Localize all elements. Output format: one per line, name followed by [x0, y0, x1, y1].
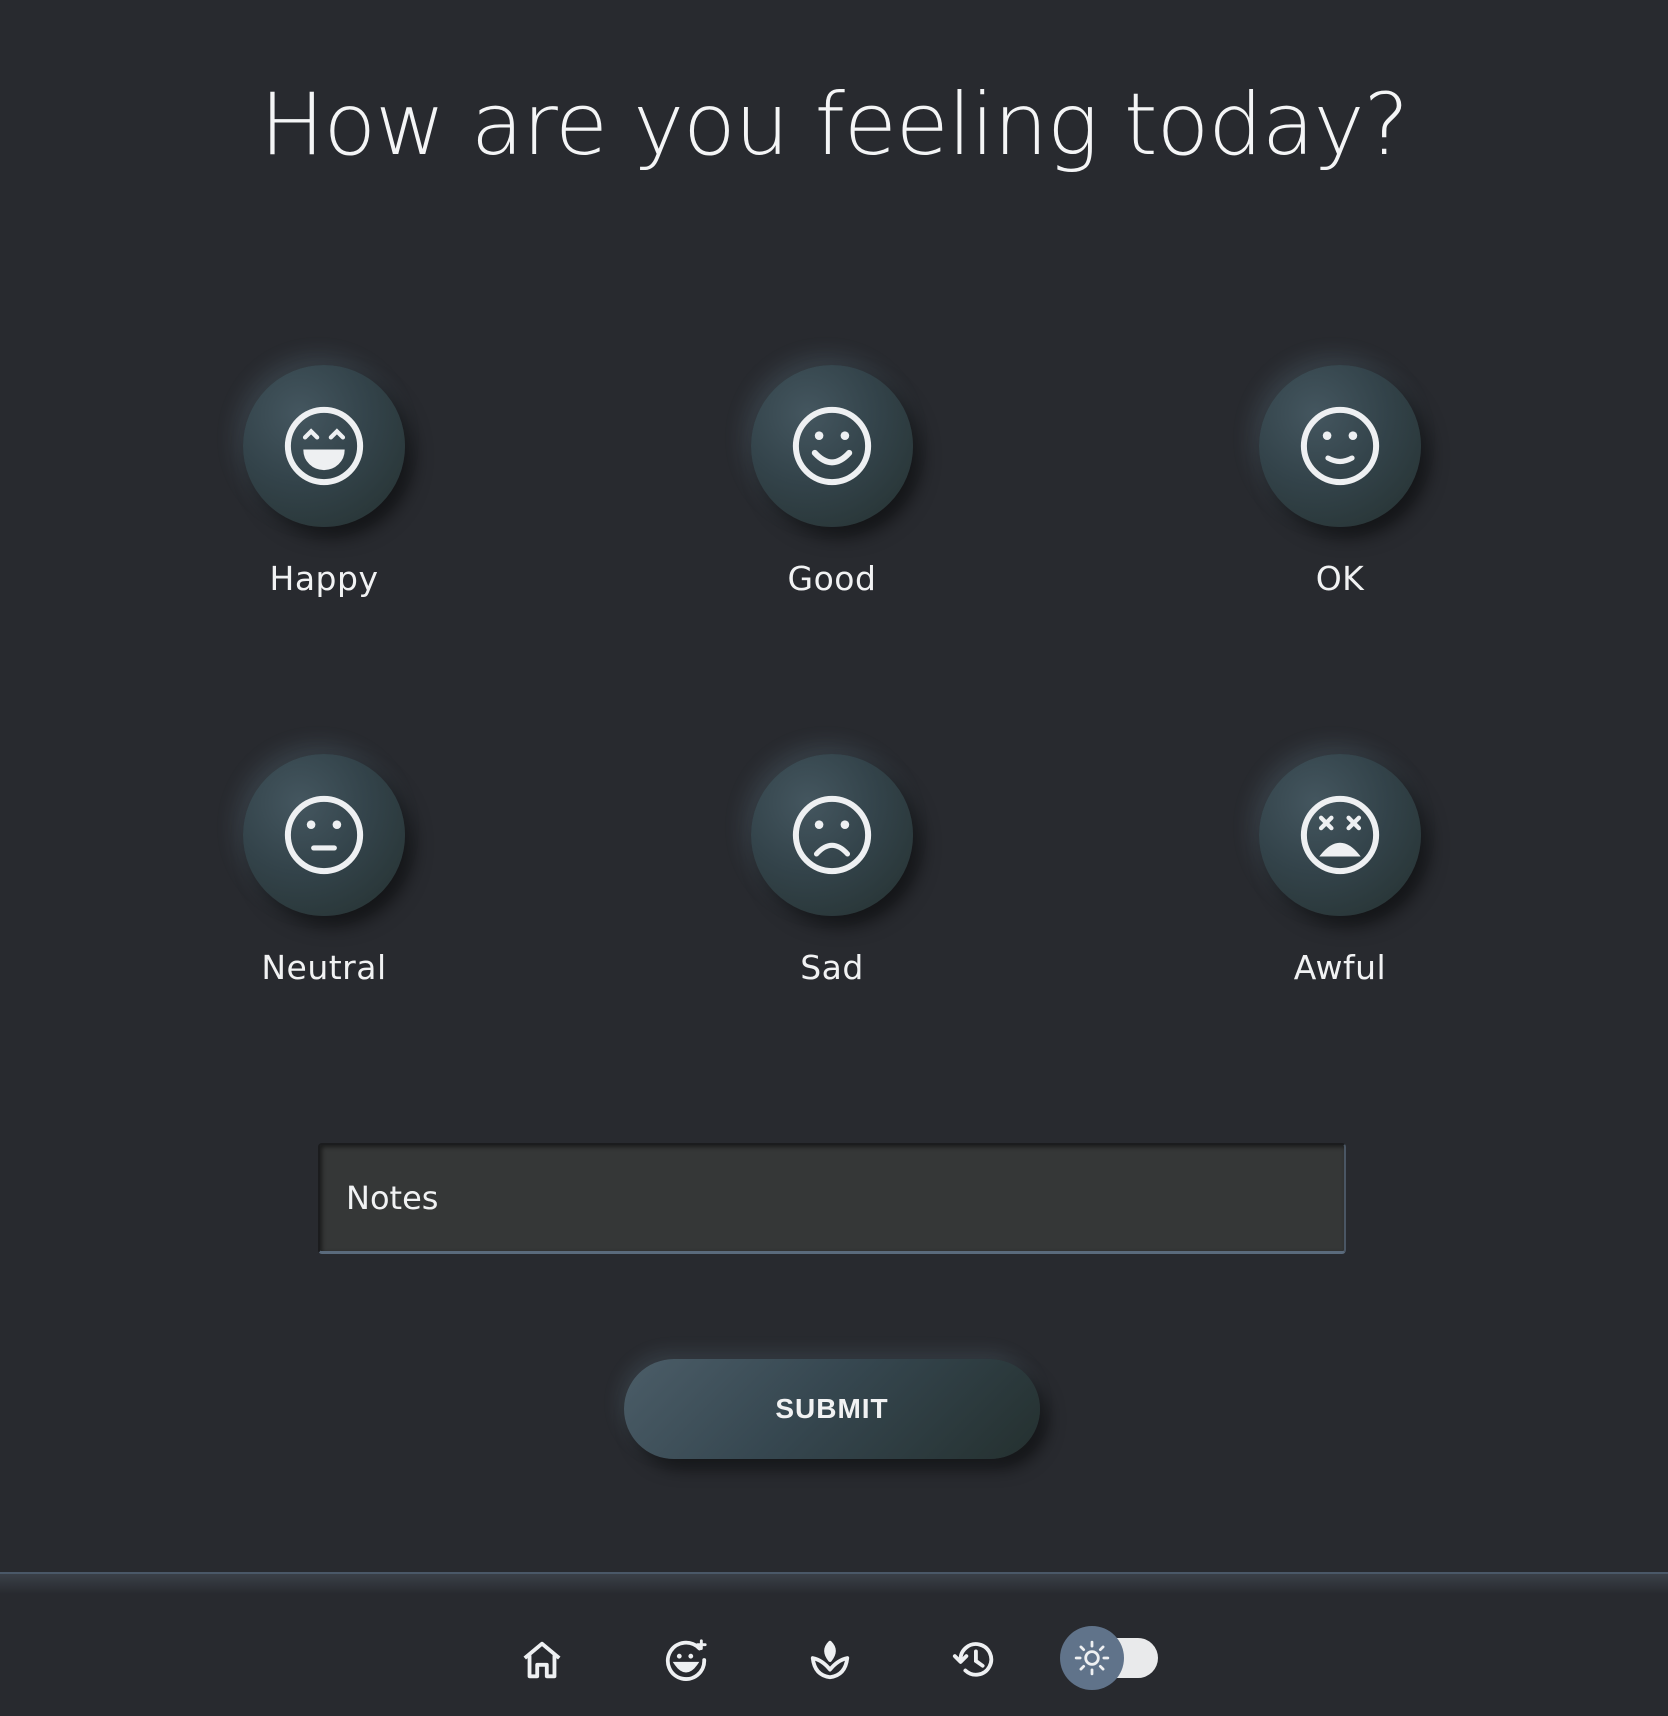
mood-label: OK: [1315, 559, 1365, 598]
history-icon: [952, 1642, 994, 1677]
slightly-smiling-face-icon: [1300, 406, 1380, 486]
home-icon: [523, 1641, 561, 1679]
mood-label: Neutral: [261, 948, 387, 987]
nav-home[interactable]: [510, 1628, 574, 1692]
sun-icon: [1074, 1640, 1110, 1676]
toggle-knob[interactable]: [1060, 1626, 1124, 1690]
grinning-face-icon: [284, 406, 364, 486]
nav-history[interactable]: [942, 1628, 1006, 1692]
frowning-face-icon: [792, 795, 872, 875]
mood-label: Awful: [1293, 948, 1387, 987]
mood-sad-button[interactable]: [751, 754, 913, 916]
mood-sad[interactable]: Sad: [702, 754, 962, 987]
bottom-nav: [0, 1594, 1668, 1716]
mood-good[interactable]: Good: [702, 365, 962, 598]
mood-label: Sad: [800, 948, 864, 987]
mood-log-icon: [665, 1639, 707, 1681]
mood-awful-button[interactable]: [1259, 754, 1421, 916]
neutral-face-icon: [284, 795, 364, 875]
page-title: How are you feeling today?: [259, 75, 1409, 175]
self-care-icon: [810, 1640, 850, 1680]
mood-happy-button[interactable]: [243, 365, 405, 527]
nav-mood-log[interactable]: [654, 1628, 718, 1692]
nav-self-care[interactable]: [798, 1628, 862, 1692]
notes-field[interactable]: [318, 1143, 1346, 1254]
mood-good-button[interactable]: [751, 365, 913, 527]
mood-ok[interactable]: OK: [1210, 365, 1470, 598]
smiling-face-icon: [792, 406, 872, 486]
theme-toggle[interactable]: [1060, 1624, 1160, 1690]
mood-neutral[interactable]: Neutral: [194, 754, 454, 987]
submit-button[interactable]: SUBMIT: [624, 1359, 1040, 1459]
mood-label: Good: [787, 559, 877, 598]
mood-ok-button[interactable]: [1259, 365, 1421, 527]
mood-happy[interactable]: Happy: [194, 365, 454, 598]
mood-label: Happy: [269, 559, 379, 598]
dizzy-face-icon: [1300, 795, 1380, 875]
nav-divider: [0, 1572, 1668, 1594]
mood-awful[interactable]: Awful: [1210, 754, 1470, 987]
notes-input[interactable]: [346, 1179, 1318, 1217]
mood-neutral-button[interactable]: [243, 754, 405, 916]
